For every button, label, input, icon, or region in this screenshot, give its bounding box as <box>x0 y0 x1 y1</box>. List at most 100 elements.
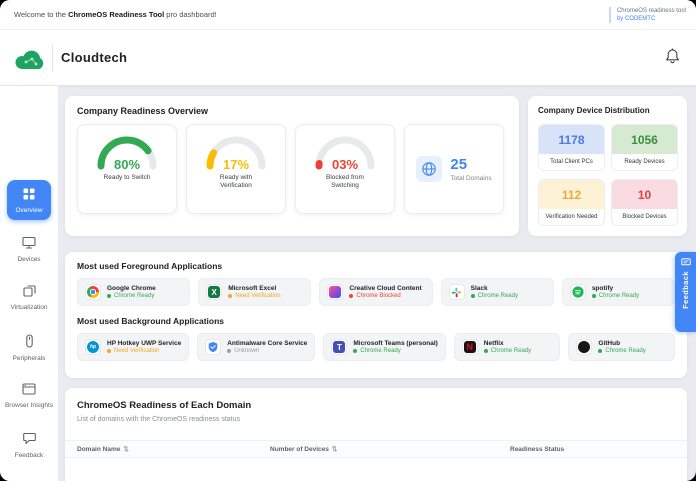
app-name: Google Chrome <box>107 285 156 292</box>
app-name: Antimalware Core Service <box>227 340 307 347</box>
status-dot <box>227 349 231 353</box>
app-name: Microsoft Teams (personal) <box>353 340 437 347</box>
sidebar-item-devices[interactable]: Devices <box>0 236 58 263</box>
distribution-tile-total: 1178 Total Client PCs <box>538 124 605 171</box>
column-header-readiness-status: Readiness Status <box>510 446 687 453</box>
app-tile-spotify[interactable]: spotify Chrome Ready <box>562 278 675 306</box>
app-name: spotify <box>592 285 639 292</box>
gauge-blocked-from-switching: 03% Blocked from Switching <box>295 124 395 214</box>
sidebar-item-label: Virtualization <box>0 304 58 311</box>
credit-link[interactable]: by CODEMTC <box>617 15 686 23</box>
domain-readiness-card: ChromeOS Readiness of Each Domain List o… <box>65 388 687 481</box>
total-domains-value: 25 <box>450 156 491 173</box>
total-domains-tile: 25 Total Domains <box>404 124 504 214</box>
app-tile-microsoft-excel[interactable]: X Microsoft Excel Need Verification <box>198 278 311 306</box>
app-name: HP Hotkey UWP Service <box>107 340 181 347</box>
app-name: Microsoft Excel <box>228 285 280 292</box>
status-dot <box>107 294 111 298</box>
gauge-value: 03% <box>332 157 358 172</box>
sidebar-item-label: Peripherals <box>0 355 58 362</box>
app-tile-hp-hotkey[interactable]: hp HP Hotkey UWP Service Need Verificati… <box>77 333 189 361</box>
sort-icon: ⇅ <box>332 445 337 453</box>
app-tile-google-chrome[interactable]: Google Chrome Chrome Ready <box>77 278 190 306</box>
sidebar-item-label: Feedback <box>0 452 58 459</box>
feedback-side-tab[interactable]: Feedback <box>675 252 696 332</box>
app-status-label: Need Verification <box>235 293 280 299</box>
column-header-domain-name[interactable]: Domain Name⇅ <box>77 445 270 453</box>
sidebar-item-peripherals[interactable]: Peripherals <box>0 334 58 362</box>
app-header: Cloudtech <box>0 30 696 86</box>
app-tile-antimalware[interactable]: Antimalware Core Service Unknown <box>197 333 315 361</box>
sidebar-item-overview[interactable]: Overview <box>7 180 51 220</box>
app-tile-github[interactable]: GitHub Chrome Ready <box>568 333 675 361</box>
app-tile-netflix[interactable]: N Netflix Chrome Ready <box>454 333 561 361</box>
header-divider <box>52 44 53 72</box>
sidebar-item-feedback[interactable]: Feedback <box>0 432 58 459</box>
distribution-value: 1178 <box>539 125 604 154</box>
distribution-grid: 1178 Total Client PCs 1056 Ready Devices… <box>538 124 677 226</box>
sidebar-item-label: Browser Insights <box>0 402 58 409</box>
app-status-label: Chrome Ready <box>491 348 531 354</box>
notifications-bell-icon[interactable] <box>665 48 680 70</box>
distribution-tile-verification: 112 Verification Needed <box>538 179 605 226</box>
section-title: Company Readiness Overview <box>77 106 507 116</box>
slack-icon <box>449 284 465 300</box>
creative-cloud-icon <box>327 284 343 300</box>
section-title: Most used Foreground Applications <box>77 261 675 271</box>
table-title: ChromeOS Readiness of Each Domain <box>77 400 675 411</box>
app-status-label: Chrome Ready <box>599 293 639 299</box>
gauge-label: Ready with Verification <box>204 174 268 190</box>
total-domains-label: Total Domains <box>450 175 491 182</box>
status-dot <box>349 294 353 298</box>
status-dot <box>353 349 357 353</box>
gauge-value: 17% <box>223 157 249 172</box>
grid-icon <box>23 188 35 200</box>
chrome-icon <box>85 284 101 300</box>
gauge-ready-to-switch: 80% Ready to Switch <box>77 124 177 214</box>
devices-icon <box>22 236 36 249</box>
peripherals-icon <box>23 334 36 348</box>
app-status-label: Unknown <box>234 348 259 354</box>
shield-icon <box>205 339 221 355</box>
top-welcome-bar: Welcome to the ChromeOS Readiness Tool p… <box>0 0 696 30</box>
background-apps-row: hp HP Hotkey UWP Service Need Verificati… <box>77 333 675 361</box>
feedback-icon <box>23 432 36 445</box>
foreground-apps-row: Google Chrome Chrome Ready X Microsoft E… <box>77 278 675 306</box>
distribution-value: 112 <box>539 180 604 209</box>
status-dot <box>592 294 596 298</box>
virtualization-icon <box>23 284 36 297</box>
distribution-label: Total Client PCs <box>539 154 604 170</box>
sort-icon: ⇅ <box>123 445 128 453</box>
distribution-tile-ready: 1056 Ready Devices <box>611 124 678 171</box>
sidebar-item-label: Devices <box>0 256 58 263</box>
gauge-ready-with-verification: 17% Ready with Verification <box>186 124 286 214</box>
gauge-value: 80% <box>114 157 140 172</box>
globe-icon <box>416 156 442 182</box>
table-subtitle: List of domains with the ChromeOS readin… <box>77 416 675 423</box>
app-status-label: Chrome Ready <box>478 293 518 299</box>
sidebar-item-virtualization[interactable]: Virtualization <box>0 284 58 311</box>
readiness-overview-card: Company Readiness Overview 80% Ready to … <box>65 96 519 236</box>
app-status-label: Chrome Ready <box>605 348 645 354</box>
credit-line: ChromeOS readiness tool <box>617 7 686 15</box>
distribution-tile-blocked: 10 Blocked Devices <box>611 179 678 226</box>
teams-icon: T <box>331 339 347 355</box>
column-header-number-of-devices[interactable]: Number of Devices⇅ <box>270 445 510 453</box>
welcome-message: Welcome to the ChromeOS Readiness Tool p… <box>14 10 217 19</box>
table-header-row: Domain Name⇅ Number of Devices⇅ Readines… <box>65 440 687 458</box>
status-dot <box>228 294 232 298</box>
spotify-icon <box>570 284 586 300</box>
app-tile-microsoft-teams[interactable]: T Microsoft Teams (personal) Chrome Read… <box>323 333 445 361</box>
app-status-label: Need Verification <box>114 348 159 354</box>
sidebar-item-browser-insights[interactable]: Browser Insights <box>0 382 58 409</box>
status-dot <box>471 294 475 298</box>
app-status-label: Chrome Blocked <box>356 293 400 299</box>
status-dot <box>598 349 602 353</box>
gauge-label: Blocked from Switching <box>313 174 377 190</box>
app-tile-slack[interactable]: Slack Chrome Ready <box>441 278 554 306</box>
gauge-row: 80% Ready to Switch 17% Ready with Verif… <box>77 124 507 214</box>
feedback-tab-label: Feedback <box>681 271 690 309</box>
app-tile-creative-cloud[interactable]: Creative Cloud Content Chrome Blocked <box>319 278 432 306</box>
distribution-label: Blocked Devices <box>612 209 677 225</box>
sidebar-nav: Overview Devices Virtualization Peripher… <box>0 86 58 481</box>
